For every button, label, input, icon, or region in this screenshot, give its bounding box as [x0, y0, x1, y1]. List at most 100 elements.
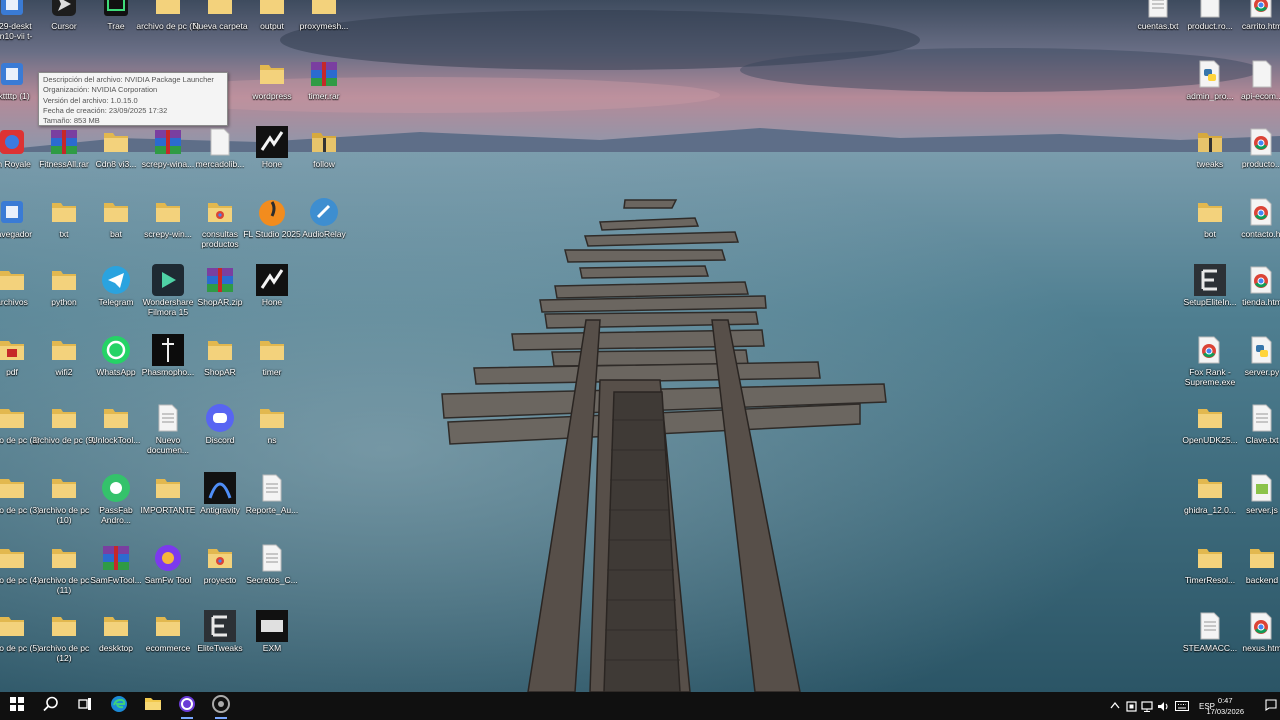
folder-icon [144, 696, 162, 716]
app-button[interactable] [170, 692, 204, 720]
desktop-icon-right-20[interactable]: nexus.htm [1230, 608, 1280, 674]
hone-app-icon [256, 126, 288, 158]
folder-icon [1194, 402, 1226, 434]
folder-icon [48, 264, 80, 296]
folder-icon [256, 402, 288, 434]
folder-icon [48, 610, 80, 642]
folder-icon [204, 334, 236, 366]
desktop-icon-left-59[interactable]: EXM [240, 608, 304, 674]
telegram-icon [100, 264, 132, 296]
desktop-icon-left-23[interactable]: AudioRelay [292, 194, 356, 260]
tray-app-icon[interactable] [1124, 692, 1138, 720]
desktop-icon-label: Hone [261, 297, 283, 307]
chrome-folder-icon [204, 542, 236, 574]
chrome-icon [1246, 610, 1278, 642]
zip-folder-icon [1194, 126, 1226, 158]
keyboard-icon[interactable] [1173, 692, 1191, 720]
desktop-icon-right-10[interactable]: tienda.htm [1230, 262, 1280, 328]
windows-icon [10, 696, 24, 716]
folder-icon [1194, 472, 1226, 504]
chrome-icon [1246, 126, 1278, 158]
desktop-icon-left-16[interactable]: follow [292, 124, 356, 190]
game-icon [0, 126, 28, 158]
notification-icon [1265, 699, 1277, 713]
desktop-icon-right-4[interactable]: api-ecom... [1230, 56, 1280, 122]
desktop-icon-label: nexus.htm [1242, 643, 1280, 653]
desktop-icon-label: producto... [1241, 159, 1280, 169]
antigravity-icon [204, 472, 236, 504]
tooltip-version: Versión del archivo: 1.0.15.0 [43, 95, 138, 105]
file-tooltip: Descripción del archivo: NVIDIA Package … [38, 72, 228, 126]
desktop-icon-label: contacto.ht [1241, 229, 1280, 239]
fl-studio-icon [256, 196, 288, 228]
task-view-button[interactable] [68, 692, 102, 720]
app-icon [0, 58, 28, 90]
task-view-icon [78, 697, 92, 716]
file-icon [1246, 58, 1278, 90]
folder-icon [152, 610, 184, 642]
desktop-icon-right-14[interactable]: Clave.txt [1230, 400, 1280, 466]
desktop-icon-right-2[interactable]: carrito.htm [1230, 0, 1280, 52]
desktop-icon-label: carrito.htm [1241, 21, 1280, 31]
desktop-icon-label: AudioRelay [302, 229, 346, 239]
desktop-icon-left-41[interactable]: ns [240, 400, 304, 466]
desktop-icon-left-35[interactable]: timer [240, 332, 304, 398]
desktop-icon-label: EXM [262, 643, 282, 653]
app-icon [0, 0, 28, 20]
folder-icon [256, 0, 288, 20]
chrome-icon [1194, 334, 1226, 366]
folder-icon [48, 334, 80, 366]
desktop-icon-right-6[interactable]: producto... [1230, 124, 1280, 190]
desktop-icon-right-8[interactable]: contacto.ht [1230, 194, 1280, 260]
show-hidden-icons[interactable] [1108, 692, 1122, 720]
file-explorer-button[interactable] [136, 692, 170, 720]
desktop-icon-right-18[interactable]: backend [1230, 540, 1280, 606]
clock-date: 17/03/2026 [1206, 707, 1244, 716]
circle-app-icon [178, 695, 196, 718]
passfab-icon [100, 472, 132, 504]
audiorelay-icon [308, 196, 340, 228]
folder-icon [0, 472, 28, 504]
cursor-app-icon [48, 0, 80, 20]
exm-icon [256, 610, 288, 642]
start-button[interactable] [0, 692, 34, 720]
desktop-icon-label: timer [262, 367, 282, 377]
hone-app-icon [256, 264, 288, 296]
folder-icon [100, 126, 132, 158]
winrar-icon [204, 264, 236, 296]
chrome-folder-icon [204, 196, 236, 228]
desktop-icon-left-47[interactable]: Reporte_Au... [240, 470, 304, 536]
desktop-icon-right-12[interactable]: server.py [1230, 332, 1280, 398]
text-file-icon [1246, 402, 1278, 434]
folder-icon [256, 58, 288, 90]
desktop-icon-right-16[interactable]: server.js [1230, 470, 1280, 536]
desktop-icon-left-6[interactable]: proxymesh... [292, 0, 356, 52]
discord-icon [204, 402, 236, 434]
clock[interactable]: 0:47 17/03/2026 [1206, 695, 1244, 717]
filmora-icon [152, 264, 184, 296]
desktop-icon-left-53[interactable]: Secretos_C... [240, 540, 304, 606]
desktop-icon-left-9[interactable]: timer.rar [292, 56, 356, 122]
folder-icon [0, 610, 28, 642]
chrome-button[interactable] [204, 692, 238, 720]
edge-button[interactable] [102, 692, 136, 720]
folder-icon [204, 0, 236, 20]
desktop-icon-label: ns [267, 435, 277, 445]
winrar-icon [100, 542, 132, 574]
folder-icon [1246, 542, 1278, 574]
notifications-button[interactable] [1264, 692, 1278, 720]
pdf-folder-icon [0, 334, 28, 366]
folder-icon [100, 610, 132, 642]
python-file-icon [1194, 58, 1226, 90]
text-file-icon [256, 472, 288, 504]
desktop-icon-label: server.py [1244, 367, 1280, 377]
samfw-icon [152, 542, 184, 574]
taskbar: ESP 0:47 17/03/2026 [0, 692, 1280, 720]
search-button[interactable] [34, 692, 68, 720]
zip-folder-icon [308, 126, 340, 158]
desktop-icon-label: timer.rar [308, 91, 340, 101]
volume-icon[interactable] [1156, 692, 1170, 720]
desktop-icon-left-29[interactable]: Hone [240, 262, 304, 328]
chrome-icon [1246, 0, 1278, 20]
network-icon[interactable] [1140, 692, 1154, 720]
